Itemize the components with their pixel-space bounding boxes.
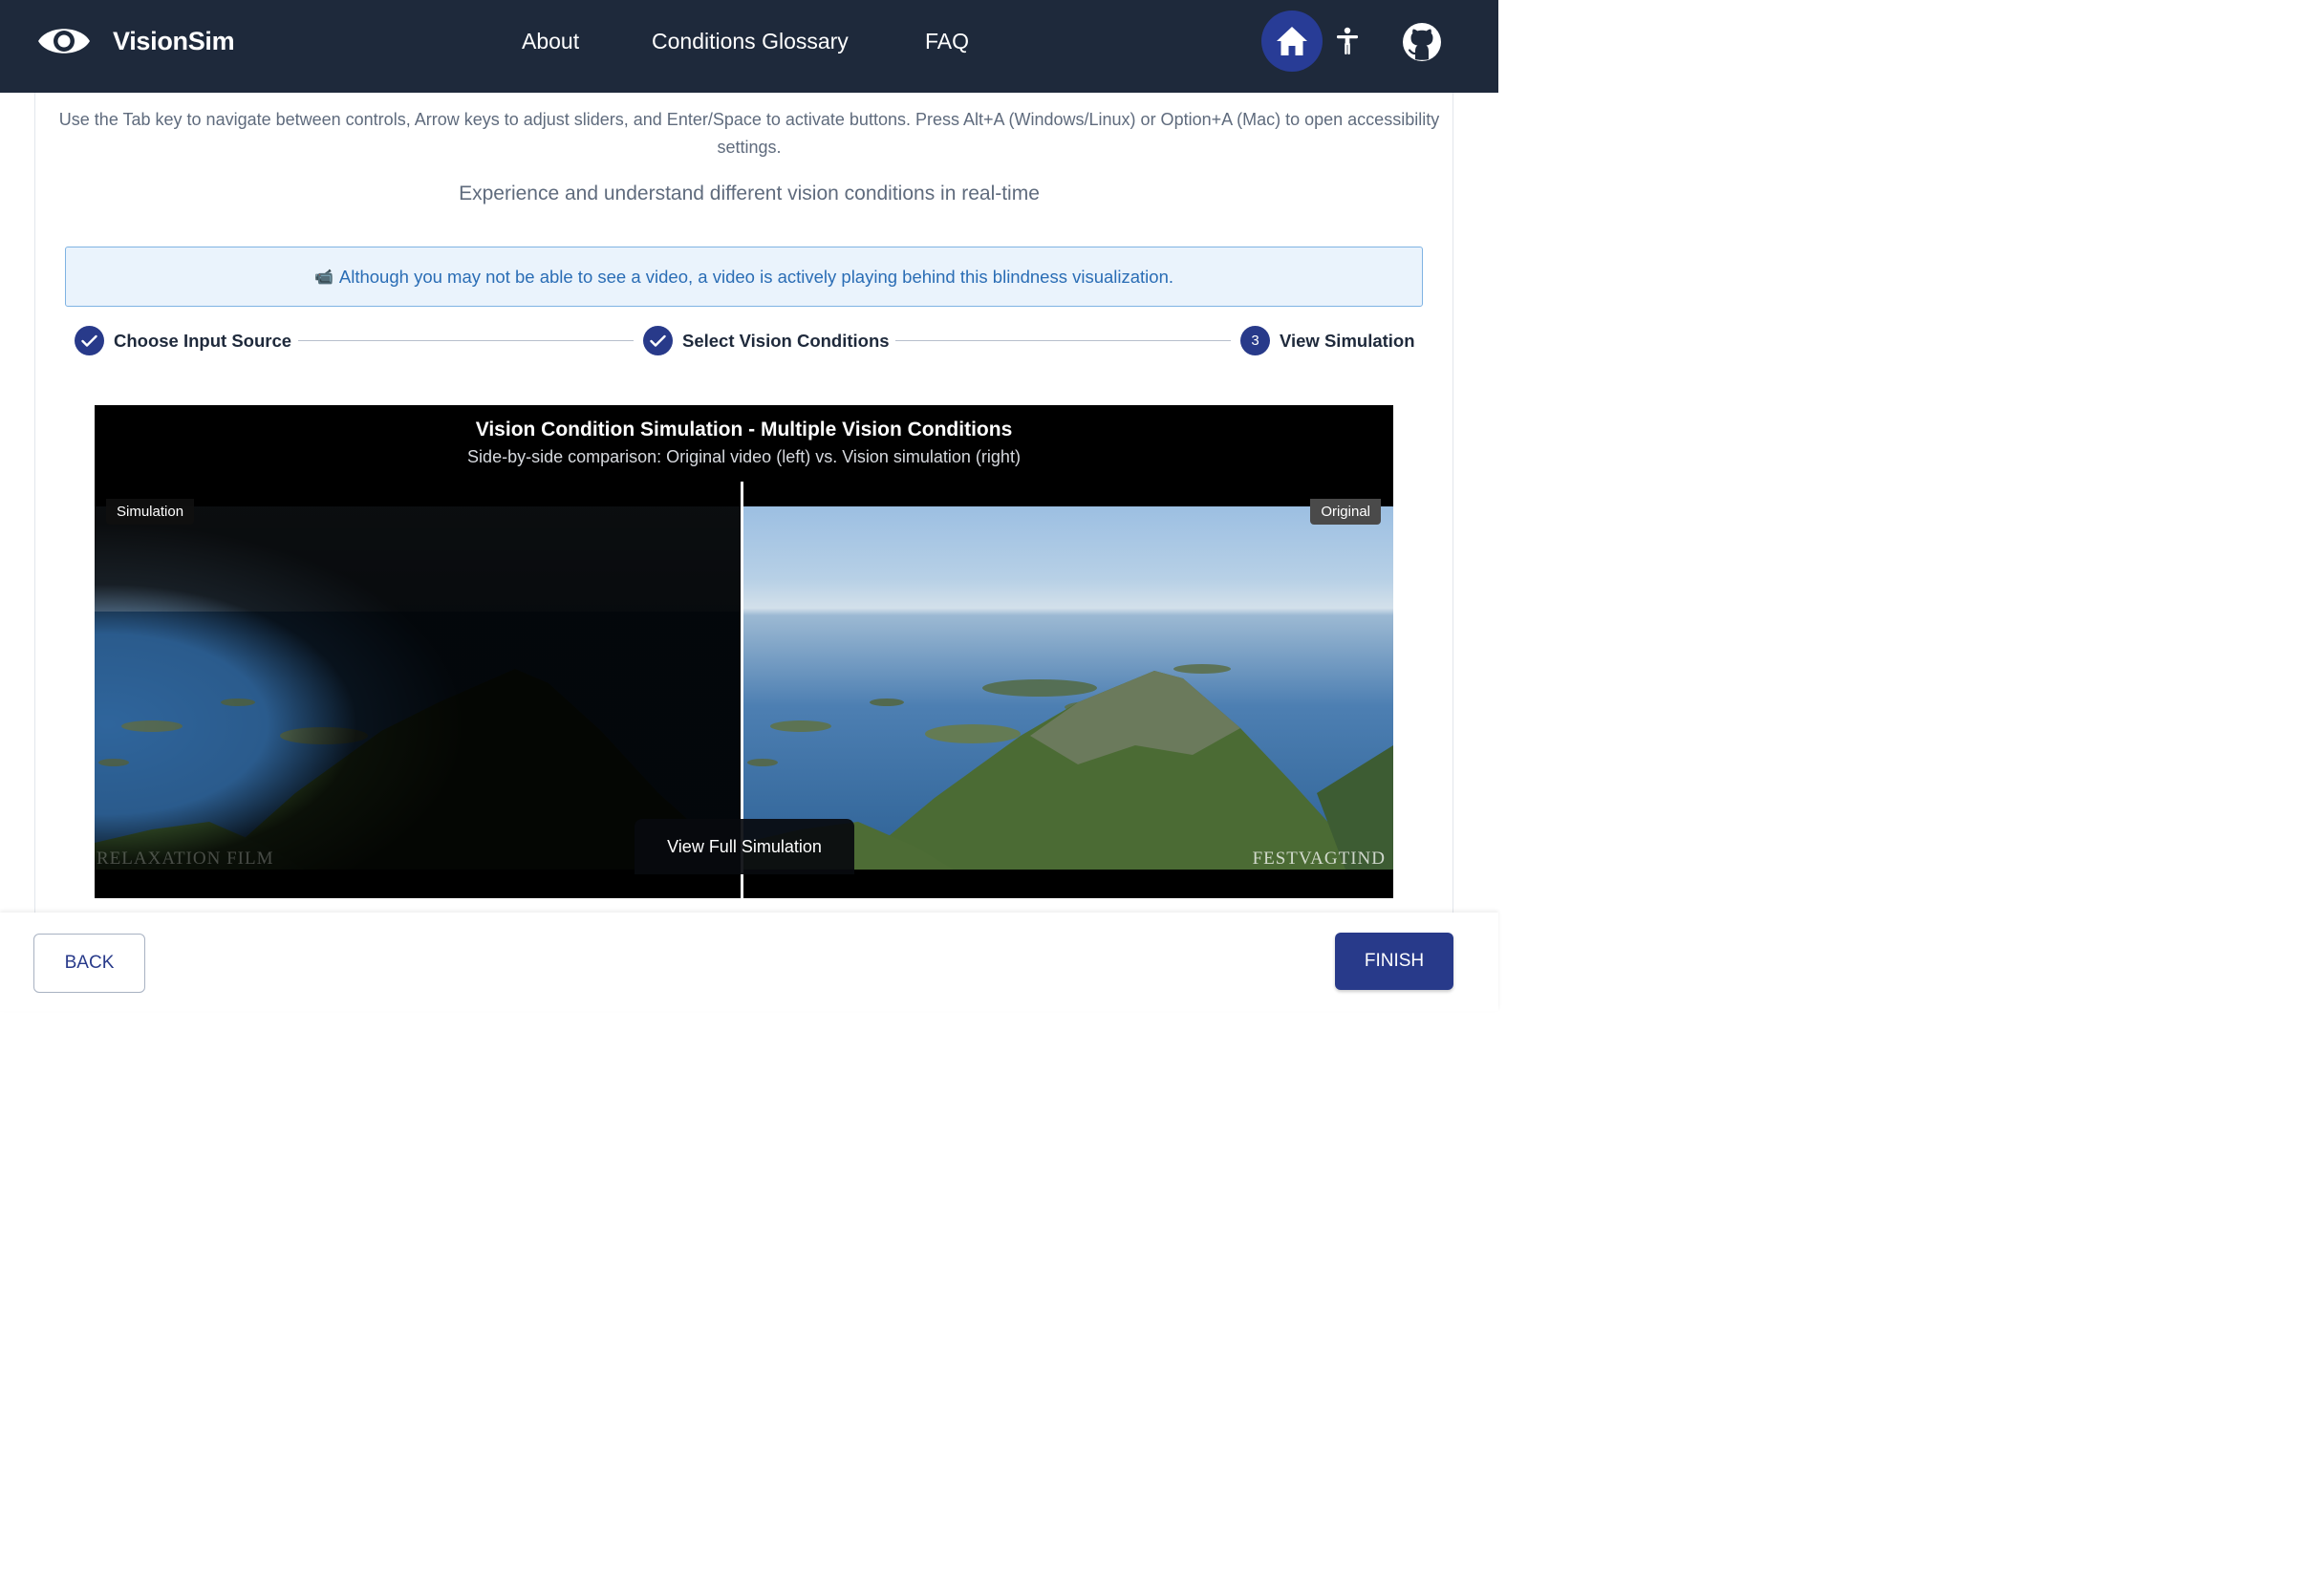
- step-2-complete-icon: [643, 326, 673, 355]
- accessibility-button[interactable]: [1326, 21, 1368, 61]
- nav-about-link[interactable]: About: [522, 27, 579, 55]
- page-subtitle: Experience and understand different visi…: [459, 183, 1040, 204]
- simulation-video-frame: [95, 506, 741, 870]
- home-icon: [1277, 27, 1307, 55]
- simulation-video[interactable]: RELAXATION FILM: [95, 506, 741, 870]
- step-1-label[interactable]: Choose Input Source: [114, 329, 291, 354]
- accessibility-icon: [1337, 27, 1358, 54]
- back-button[interactable]: BACK: [33, 934, 145, 993]
- footer-bar: BACK FINISH: [0, 913, 1498, 1011]
- simulation-title: Vision Condition Simulation - Multiple V…: [475, 419, 1013, 441]
- home-button[interactable]: [1261, 11, 1323, 72]
- simulation-label: Simulation: [106, 499, 195, 525]
- finish-button[interactable]: FINISH: [1335, 933, 1453, 990]
- video-camera-icon: 📹: [313, 269, 334, 286]
- view-full-simulation-button[interactable]: View Full Simulation: [635, 819, 854, 874]
- info-alert-text: Although you may not be able to see a vi…: [338, 266, 1174, 287]
- check-icon: [81, 334, 97, 347]
- nav-conditions-glossary-link[interactable]: Conditions Glossary: [652, 27, 849, 55]
- keyboard-instructions: Use the Tab key to navigate between cont…: [58, 110, 1440, 157]
- original-label: Original: [1310, 499, 1381, 525]
- video-watermark-right: FESTVAGTIND: [1252, 849, 1386, 869]
- info-alert: 📹 Although you may not be able to see a …: [65, 247, 1423, 307]
- simulation-video-panel: Vision Condition Simulation - Multiple V…: [95, 405, 1393, 898]
- original-video-frame: [743, 506, 1393, 870]
- step-3-number: 3: [1240, 326, 1270, 355]
- brand-name[interactable]: VisionSim: [113, 25, 235, 57]
- step-2-label[interactable]: Select Vision Conditions: [682, 329, 890, 354]
- check-icon: [650, 334, 666, 347]
- video-watermark-left: RELAXATION FILM: [97, 849, 274, 869]
- top-navbar: VisionSim About Conditions Glossary FAQ: [0, 0, 1498, 93]
- eye-logo-icon[interactable]: [36, 21, 92, 61]
- step-connector-2: [895, 340, 1231, 341]
- step-connector-1: [298, 340, 634, 341]
- step-3-label[interactable]: View Simulation: [1280, 329, 1415, 354]
- simulation-subtitle: Side-by-side comparison: Original video …: [467, 447, 1021, 466]
- github-icon: [1403, 23, 1441, 61]
- step-1-complete-icon: [75, 326, 104, 355]
- github-button[interactable]: [1399, 19, 1445, 65]
- nav-faq-link[interactable]: FAQ: [925, 27, 969, 55]
- original-video[interactable]: FESTVAGTIND: [743, 506, 1393, 870]
